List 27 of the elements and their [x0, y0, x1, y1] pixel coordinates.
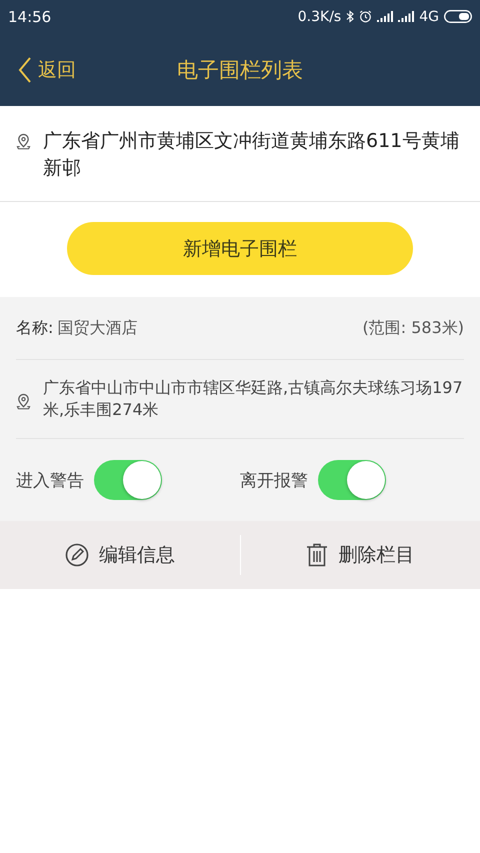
- toggle-switch[interactable]: [318, 460, 386, 500]
- network-type: 4G: [419, 8, 439, 24]
- back-button[interactable]: 返回: [18, 56, 76, 84]
- trash-icon: [306, 543, 328, 567]
- add-fence-button[interactable]: 新增电子围栏: [67, 222, 413, 275]
- toggle-label: 离开报警: [240, 470, 308, 492]
- toggle-switch[interactable]: [94, 460, 162, 500]
- location-pin-icon: [16, 393, 31, 410]
- page-title: 电子围栏列表: [176, 56, 304, 84]
- fence-address: 广东省中山市中山市市辖区华廷路,古镇高尔夫球练习场197米,乐丰围274米: [43, 377, 464, 421]
- edit-button[interactable]: 编辑信息: [0, 521, 240, 589]
- name-label: 名称:: [16, 318, 54, 338]
- battery-icon: [444, 10, 472, 23]
- address-text: 广东省广州市黄埔区文冲街道黄埔东路611号黄埔新邨: [43, 129, 460, 181]
- fence-range: (范围: 583米): [362, 318, 464, 338]
- network-speed: 0.3K/s: [298, 8, 342, 24]
- alarm-icon: [359, 10, 372, 23]
- status-time: 14:56: [8, 8, 52, 26]
- fence-name: 国贸大酒店: [57, 318, 138, 338]
- signal-icon: [377, 11, 394, 22]
- location-pin-icon: [16, 133, 31, 150]
- pencil-icon: [64, 543, 89, 567]
- toggle-label: 进入警告: [16, 470, 84, 492]
- signal-icon: [398, 11, 414, 22]
- chevron-left-icon: [18, 56, 32, 84]
- delete-button[interactable]: 删除栏目: [240, 521, 480, 589]
- bluetooth-icon: [346, 10, 354, 23]
